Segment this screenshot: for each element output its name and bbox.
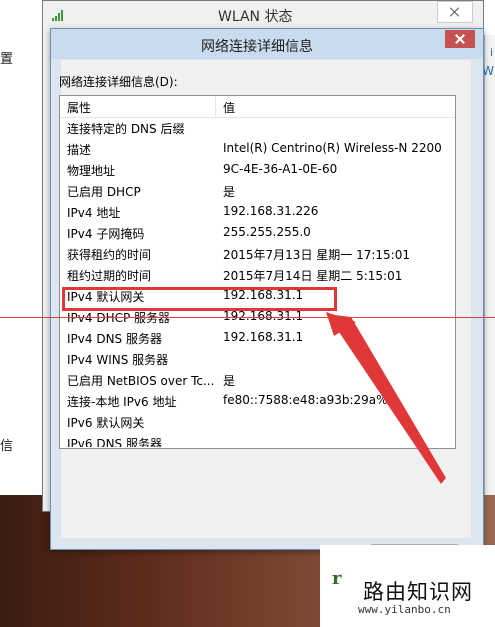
background-text: 置 bbox=[0, 52, 14, 67]
table-row[interactable]: IPv6 默认网关 bbox=[60, 412, 455, 433]
row-property: 物理地址 bbox=[67, 164, 116, 178]
row-value: 192.168.31.226 bbox=[223, 204, 319, 218]
dialog-titlebar[interactable]: 网络连接详细信息 bbox=[51, 29, 483, 59]
row-value: 是 bbox=[223, 374, 236, 388]
row-value: 192.168.31.1 bbox=[223, 330, 304, 344]
annotation-highlight-box bbox=[62, 287, 337, 311]
row-property: 获得租约的时间 bbox=[67, 248, 152, 262]
details-listview[interactable]: 属性 值 连接特定的 DNS 后缀 描述 Intel(R) Centrino(R… bbox=[59, 95, 456, 449]
column-divider[interactable] bbox=[215, 96, 216, 117]
row-value: 9C-4E-36-A1-0E-60 bbox=[223, 162, 338, 176]
table-row[interactable]: 连接-本地 IPv6 地址 fe80::7588:e48:a93b:29a%3 bbox=[60, 391, 455, 412]
row-value: 192.168.31.1 bbox=[223, 309, 304, 323]
column-header-property[interactable]: 属性 bbox=[67, 99, 91, 116]
table-row[interactable]: IPv4 子网掩码 255.255.255.0 bbox=[60, 223, 455, 244]
row-value: fe80::7588:e48:a93b:29a%3 bbox=[223, 393, 396, 407]
table-row[interactable]: IPv4 WINS 服务器 bbox=[60, 349, 455, 370]
row-property: 连接-本地 IPv6 地址 bbox=[67, 395, 177, 409]
background-left-panel: 置 信 bbox=[0, 0, 43, 500]
table-row[interactable]: 物理地址 9C-4E-36-A1-0E-60 bbox=[60, 160, 455, 181]
table-row[interactable]: IPv4 DNS 服务器 192.168.31.1 bbox=[60, 328, 455, 349]
dialog-close-button[interactable] bbox=[445, 30, 475, 48]
wlan-status-titlebar[interactable]: WLAN 状态 bbox=[43, 1, 483, 31]
table-row[interactable]: 获得租约的时间 2015年7月13日 星期一 17:15:01 bbox=[60, 244, 455, 265]
row-value: 2015年7月14日 星期二 5:15:01 bbox=[223, 269, 403, 283]
details-list-label: 网络连接详细信息(D): bbox=[59, 75, 178, 89]
listview-header: 属性 值 bbox=[60, 96, 455, 118]
row-property: 连接特定的 DNS 后缀 bbox=[67, 122, 185, 136]
row-property: IPv4 DNS 服务器 bbox=[67, 332, 162, 346]
background-text: 信 bbox=[0, 439, 14, 454]
column-header-value[interactable]: 值 bbox=[223, 99, 235, 116]
dialog-title: 网络连接详细信息 bbox=[201, 39, 313, 55]
row-value: 255.255.255.0 bbox=[223, 225, 311, 239]
annotation-guide-line bbox=[0, 317, 495, 318]
row-property: 租约过期的时间 bbox=[67, 269, 152, 283]
watermark-logo: r bbox=[332, 568, 342, 589]
row-property: 已启用 NetBIOS over Tc... bbox=[67, 374, 215, 388]
row-property: IPv4 地址 bbox=[67, 206, 121, 220]
wifi-signal-icon bbox=[52, 10, 63, 21]
row-property: IPv6 默认网关 bbox=[67, 416, 145, 430]
table-row[interactable]: 已启用 DHCP 是 bbox=[60, 181, 455, 202]
table-row[interactable]: IPv4 地址 192.168.31.226 bbox=[60, 202, 455, 223]
table-row[interactable]: 描述 Intel(R) Centrino(R) Wireless-N 2200 bbox=[60, 139, 455, 160]
row-value: Intel(R) Centrino(R) Wireless-N 2200 bbox=[223, 141, 442, 155]
wlan-status-close-button[interactable] bbox=[437, 1, 473, 23]
row-property: 已启用 DHCP bbox=[67, 185, 141, 199]
row-property: IPv6 DNS 服务器 bbox=[67, 437, 162, 447]
table-row[interactable]: IPv6 DNS 服务器 bbox=[60, 433, 455, 447]
row-value: 2015年7月13日 星期一 17:15:01 bbox=[223, 248, 410, 262]
background-text: i bbox=[489, 46, 493, 59]
watermark-title: 路由知识网 bbox=[363, 580, 473, 604]
row-value: 是 bbox=[223, 185, 236, 199]
row-property: IPv4 WINS 服务器 bbox=[67, 353, 169, 367]
row-property: IPv4 子网掩码 bbox=[67, 227, 145, 241]
watermark-url: www.yilanbo.cn bbox=[358, 603, 451, 616]
background-right-panel bbox=[484, 35, 495, 495]
row-property: 描述 bbox=[67, 143, 92, 157]
wlan-status-title: WLAN 状态 bbox=[218, 9, 293, 25]
table-row[interactable]: 已启用 NetBIOS over Tc... 是 bbox=[60, 370, 455, 391]
table-row[interactable]: 连接特定的 DNS 后缀 bbox=[60, 118, 455, 139]
table-row[interactable]: 租约过期的时间 2015年7月14日 星期二 5:15:01 bbox=[60, 265, 455, 286]
